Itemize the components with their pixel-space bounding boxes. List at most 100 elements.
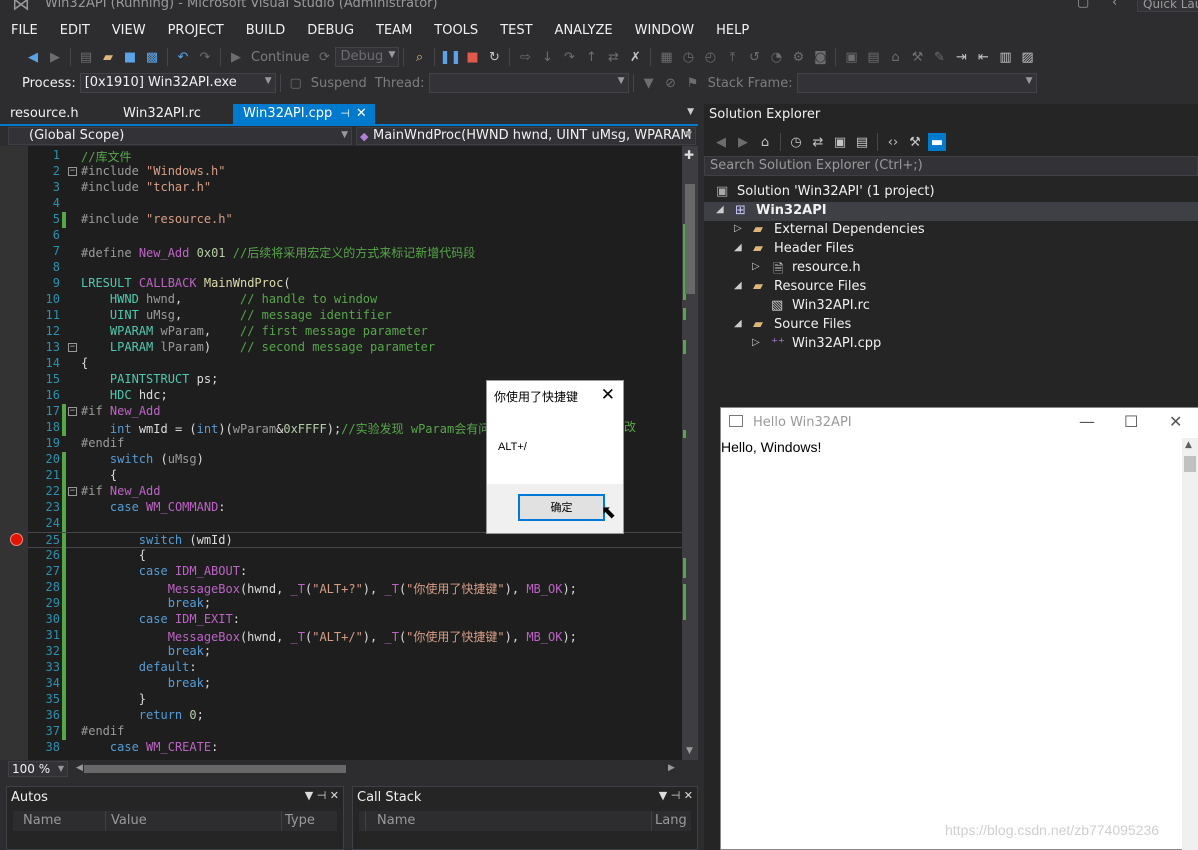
code-line[interactable]: 25 switch (wmId) [28,532,684,549]
toolbar-misc-icon-9[interactable]: ▣ [842,48,860,66]
code-line[interactable]: 38 case WM_CREATE: [28,740,684,756]
toolbar-misc-icon-6[interactable]: ◔ [767,48,785,66]
restart-icon[interactable]: ⟳ [315,48,333,66]
tree-resource-h[interactable]: ▷ 🗎 resource.h [704,259,1198,278]
maximize-icon[interactable]: ☐ [1124,412,1138,431]
properties-icon[interactable]: ⚒ [906,133,924,151]
toolbar-misc-icon-16[interactable]: ▨ [1018,48,1036,66]
find-in-files-icon[interactable]: ⌕ [410,48,428,66]
code-line[interactable]: 5 #include "resource.h" [28,212,684,228]
menu-file[interactable]: FILE [0,23,49,38]
breakpoint-icon[interactable] [10,533,23,546]
tree-win32api-rc[interactable]: ▧ Win32API.rc [704,297,1198,316]
collapse-all-icon[interactable]: ▣ [831,133,849,151]
break-all-icon[interactable]: ❚❚ [440,48,462,66]
hello-window-titlebar[interactable]: Hello Win32API — ☐ ✕ [721,408,1198,438]
toolbar-misc-icon-7[interactable]: ⚙ [789,48,807,66]
code-line[interactable]: 2− #include "Windows.h" [28,164,684,180]
scroll-up-icon[interactable]: ▲ [1185,440,1192,450]
back-icon[interactable]: ◀ [712,133,730,151]
code-line[interactable]: 14 { [28,356,684,372]
zoom-select[interactable]: 100 % ▼ [8,761,68,777]
toolbar-misc-icon-8[interactable]: ◙ [811,48,829,66]
split-editor-icon[interactable]: ✚ [684,148,694,162]
toolbar-misc-icon-14[interactable]: ⇤ [974,48,992,66]
editor-vertical-scrollbar[interactable]: ✚ ▼ [682,146,698,760]
code-line[interactable]: 28 MessageBox(hwnd, _T("ALT+?"), _T("你使用… [28,580,684,596]
fold-toggle-icon[interactable]: − [68,343,77,352]
code-line[interactable]: 31 MessageBox(hwnd, _T("ALT+/"), _T("你使用… [28,628,684,644]
suspend-button[interactable]: Suspend [311,76,367,91]
column-lang[interactable]: Lang [655,813,687,828]
step-over-icon[interactable]: ↷ [560,48,578,66]
close-tab-icon[interactable]: ✕ [356,106,367,121]
filter-clear-icon[interactable]: ⊘ [662,74,680,92]
code-line[interactable]: 10 HWND hwnd, // handle to window [28,292,684,308]
tab-win32api-rc[interactable]: Win32API.rc [113,104,209,124]
autos-panel-controls[interactable]: ▼ ⊣ ✕ [305,789,339,802]
toolbar-misc-icon-13[interactable]: ⇥ [952,48,970,66]
pin-icon[interactable]: ⊣ [340,107,350,120]
toolbar-misc-icon-4[interactable]: ⤒ [723,48,741,66]
process-select[interactable]: [0x1910] Win32API.exe ▼ [79,73,276,93]
redo-icon[interactable]: ↷ [196,48,214,66]
code-line[interactable]: 12 WPARAM wParam, // first message param… [28,324,684,340]
column-name[interactable]: Name [377,813,415,828]
menu-test[interactable]: TEST [489,23,543,38]
tree-project-win32api[interactable]: ◢ ⊞ Win32API [704,202,1198,221]
ok-button[interactable]: 确定 [518,494,605,521]
save-all-icon[interactable]: ▩ [143,48,161,66]
code-line[interactable]: 30 case IDM_EXIT: [28,612,684,628]
scroll-right-icon[interactable]: ▶ [668,763,675,773]
column-value[interactable]: Value [111,813,147,828]
continue-icon[interactable]: ▶ [227,48,245,66]
tree-solution[interactable]: ▣ Solution 'Win32API' (1 project) [704,183,1198,202]
menu-analyze[interactable]: ANALYZE [544,23,624,38]
hello-scroll-thumb[interactable] [1184,456,1196,472]
continue-button[interactable]: Continue [251,50,309,65]
restart-debugging-icon[interactable]: ↻ [485,48,503,66]
code-line[interactable]: 4 [28,196,684,212]
tree-header-files[interactable]: ◢ ▰ Header Files [704,240,1198,259]
solution-config-select[interactable]: Debug ▼ [335,47,400,67]
menu-window[interactable]: WINDOW [624,23,706,38]
quick-launch-input[interactable]: Quick Lau [1137,0,1198,12]
code-line[interactable]: 13− LPARAM lParam) // second message par… [28,340,684,356]
menu-debug[interactable]: DEBUG [296,23,365,38]
code-line[interactable]: 9 LRESULT CALLBACK MainWndProc( [28,276,684,292]
horizontal-scroll-thumb[interactable] [84,765,346,773]
scroll-left-icon[interactable]: ◀ [76,763,83,773]
code-line[interactable]: 36 return 0; [28,708,684,724]
code-line[interactable]: 29 break; [28,596,684,612]
toolbar-misc-icon-11[interactable]: ⌂ [886,48,904,66]
thread-select[interactable]: ▼ [428,73,629,93]
menu-team[interactable]: TEAM [365,23,423,38]
hello-window-scrollbar[interactable]: ▲ [1182,438,1198,850]
code-line[interactable]: 6 [28,228,684,244]
menu-build[interactable]: BUILD [235,23,297,38]
stack-frame-select[interactable]: ▼ [796,73,1037,93]
code-line[interactable]: 1 //库文件 [28,148,684,164]
call-stack-panel-controls[interactable]: ▼ ⊣ ✕ [659,789,693,802]
toolbar-misc-icon[interactable]: ▦ [657,48,675,66]
function-dropdown[interactable]: ◆ MainWndProc(HWND hwnd, UINT uMsg, WPARA… [356,127,696,145]
forward-icon[interactable]: ▶ [734,133,752,151]
tree-resource-files[interactable]: ◢ ▰ Resource Files [704,278,1198,297]
menu-tools[interactable]: TOOLS [423,23,489,38]
toolbar-misc-icon-2[interactable]: ◷ [679,48,697,66]
open-file-icon[interactable]: ▰ [99,48,117,66]
tree-external-dependencies[interactable]: ▷ ▰ External Dependencies [704,221,1198,240]
close-icon[interactable]: ✕ [601,385,615,405]
tab-resource-h[interactable]: resource.h [0,104,87,124]
toolbar-misc-icon-15[interactable]: ▥ [996,48,1014,66]
tree-source-files[interactable]: ◢ ▰ Source Files [704,316,1198,335]
tree-win32api-cpp[interactable]: ▷ ⁺⁺ Win32API.cpp [704,335,1198,354]
column-type[interactable]: Type [285,813,315,828]
code-line[interactable]: 8 [28,260,684,276]
suspend-icon[interactable]: ▢ [287,74,305,92]
menu-view[interactable]: VIEW [101,23,157,38]
hex-display-icon[interactable]: ⇄ [604,48,622,66]
wrench-icon[interactable]: ⚒ [908,48,926,66]
toolbar-misc-icon-5[interactable]: ↺ [745,48,763,66]
toolbar-misc-icon-10[interactable]: ▤ [864,48,882,66]
